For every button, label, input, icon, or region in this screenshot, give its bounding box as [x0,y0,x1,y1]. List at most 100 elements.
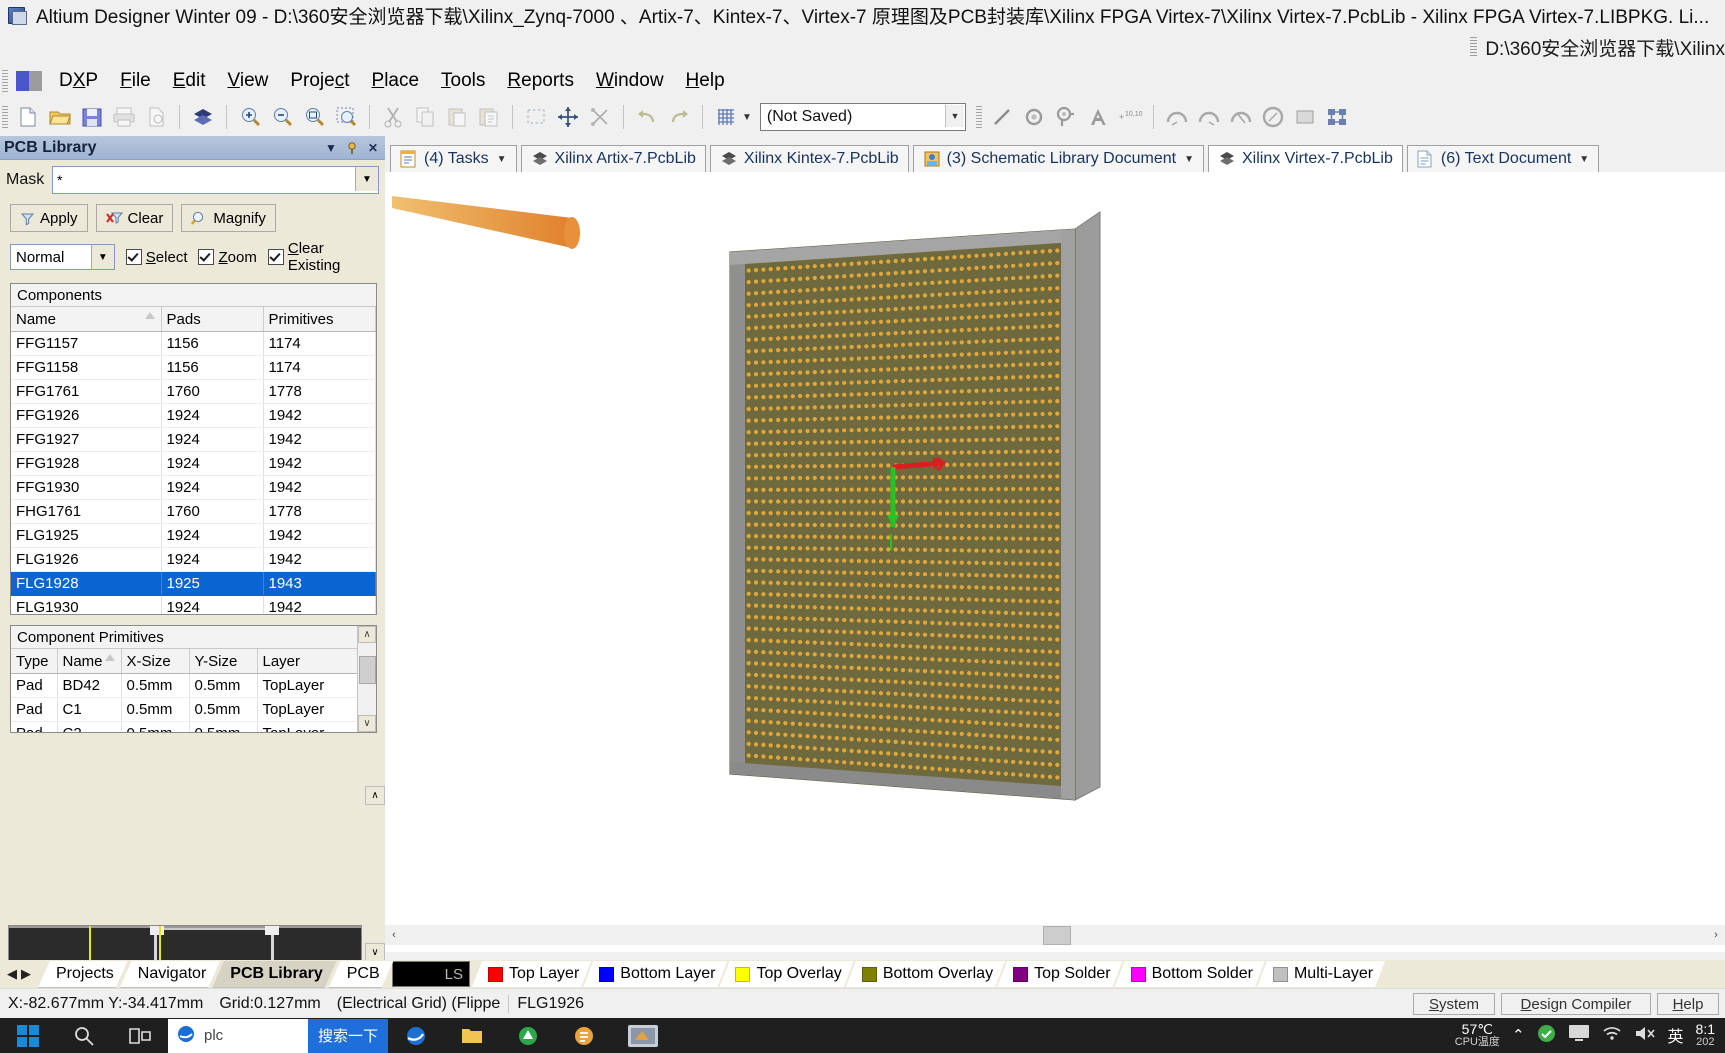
menu-window[interactable]: Window [585,68,675,94]
wifi-icon[interactable] [1602,1025,1622,1045]
new-document-icon[interactable] [15,104,41,130]
table-row[interactable]: FLG1930 1924 1942 [11,595,376,614]
coordinate-icon[interactable]: +10,10 [1117,104,1143,130]
table-row[interactable]: FFG1157 1156 1174 [11,331,376,356]
close-icon[interactable]: ✕ [365,140,381,156]
help-button[interactable]: Help [1657,993,1719,1015]
layer-tab-top-solder[interactable]: Top Solder [997,961,1123,987]
table-row[interactable]: PadC20.5mm0.5mmTopLayer [11,721,358,732]
monitor-icon[interactable] [1568,1024,1590,1046]
table-row[interactable]: FFG1926 1924 1942 [11,403,376,428]
search-submit-button[interactable]: 搜索一下 [307,1018,388,1053]
table-row[interactable]: FFG1928 1924 1942 [11,451,376,476]
grid-icon[interactable] [713,104,739,130]
mask-text-field[interactable] [53,167,378,193]
cut-icon[interactable] [380,104,406,130]
menu-reports[interactable]: Reports [496,68,585,94]
tab-nav-arrows[interactable]: ◀ ▶ [0,966,38,982]
menubar-grip-icon[interactable] [2,70,8,92]
layer-tab-bottom-overlay[interactable]: Bottom Overlay [846,961,1005,987]
panel-tab-navigator[interactable]: Navigator [120,961,220,988]
move-icon[interactable] [555,104,581,130]
document-tab[interactable]: (3) Schematic Library Document ▼ [912,145,1204,172]
chevron-up-icon[interactable]: ⌃ [1512,1026,1525,1044]
table-row[interactable]: FFG1158 1156 1174 [11,355,376,380]
menu-place[interactable]: Place [361,68,431,94]
chevron-down-icon[interactable]: ▼ [1579,154,1589,165]
select-rectangle-icon[interactable] [523,104,549,130]
chevron-down-icon[interactable]: ▼ [90,245,114,269]
pin-icon[interactable] [344,140,360,156]
browser2-icon[interactable] [500,1018,556,1053]
layer-tab-top-layer[interactable]: Top Layer [472,961,591,987]
col-name[interactable]: Name [11,307,162,332]
layer-tab-bottom-solder[interactable]: Bottom Solder [1115,961,1265,987]
zoom-area-icon[interactable] [301,104,327,130]
paste-icon[interactable] [444,104,470,130]
arc-edge-icon[interactable] [1196,104,1222,130]
apply-button[interactable]: Apply [10,204,88,232]
zoom-selected-icon[interactable] [333,104,359,130]
panel-scrollbar[interactable]: ∧ ∨ [365,786,385,962]
primitives-grid[interactable]: Type Name X-Size Y-Size Layer Pad BD42 0.5… [11,649,358,732]
shield-icon[interactable] [1537,1024,1556,1047]
print-icon[interactable] [111,104,137,130]
table-row[interactable]: FFG1930 1924 1942 [11,475,376,500]
component-icon[interactable] [1324,104,1350,130]
document-tab[interactable]: Xilinx Virtex-7.PcbLib [1207,145,1403,172]
menu-file[interactable]: File [109,68,162,94]
copy-icon[interactable] [412,104,438,130]
table-row[interactable]: FLG1925 1924 1942 [11,523,376,548]
line-icon[interactable] [989,104,1015,130]
app-icon[interactable] [556,1018,612,1053]
chevron-down-icon[interactable]: ▼ [323,140,339,156]
print-preview-icon[interactable] [143,104,169,130]
zoom-out-icon[interactable] [269,104,295,130]
folder-icon[interactable] [444,1018,500,1053]
select-checkbox[interactable]: Select [125,249,187,266]
scroll-up-icon[interactable]: ∧ [365,786,385,805]
pcb-canvas[interactable] [385,172,1725,952]
panel-tab-projects[interactable]: Projects [38,961,128,988]
redo-icon[interactable] [666,104,692,130]
full-circle-icon[interactable] [1260,104,1286,130]
menu-project[interactable]: Project [279,68,360,94]
chevron-down-icon[interactable]: ▼ [497,154,507,165]
altium-icon[interactable] [612,1018,674,1053]
menu-edit[interactable]: Edit [162,68,217,94]
scroll-down-icon[interactable]: ∨ [358,715,376,732]
text-icon[interactable] [1085,104,1111,130]
clear-button[interactable]: Clear [95,204,174,232]
table-row[interactable]: FFG1927 1924 1942 [11,427,376,452]
panel-tab-pcb-library[interactable]: PCB Library [212,961,336,988]
arc-center-icon[interactable] [1164,104,1190,130]
col-xsize[interactable]: X-Size [121,649,190,674]
zoom-checkbox[interactable]: Zoom [198,249,257,266]
drag-grip-icon[interactable] [1470,37,1478,57]
undo-icon[interactable] [634,104,660,130]
chevron-down-icon[interactable]: ▼ [944,105,964,127]
layer-tab-top-overlay[interactable]: Top Overlay [719,961,853,987]
clear-existing-checkbox[interactable]: Clear Existing [267,240,379,274]
arc-any-angle-icon[interactable] [1228,104,1254,130]
design-compiler-button[interactable]: Design Compiler [1501,993,1651,1015]
system-button[interactable]: System [1413,993,1495,1015]
document-tab[interactable]: Xilinx Artix-7.PcbLib [520,145,706,172]
scrollbar-thumb[interactable] [1043,926,1071,945]
chevron-down-icon[interactable]: ▼ [355,167,378,191]
table-row[interactable]: FFG1761 1760 1778 [11,379,376,404]
scroll-left-icon[interactable]: ‹ [385,926,403,944]
scrollbar-track[interactable] [403,926,1707,945]
layer-tab-bottom-layer[interactable]: Bottom Layer [583,961,727,987]
table-row[interactable]: FHG1761 1760 1778 [11,499,376,524]
volume-mute-icon[interactable] [1634,1025,1656,1046]
taskbar-search[interactable]: plc 搜索一下 [168,1018,388,1053]
ime-indicator[interactable]: 英 [1668,1023,1684,1047]
draw-toolbar-grip-icon[interactable] [975,106,982,128]
magnify-button[interactable]: Magnify [181,204,276,232]
scrollbar-thumb[interactable] [359,656,376,684]
table-row[interactable]: FLG1928 1925 1943 [11,571,376,596]
document-tab[interactable]: Xilinx Kintex-7.PcbLib [709,145,909,172]
via-icon[interactable] [1021,104,1047,130]
windows-start-icon[interactable] [0,1018,56,1053]
